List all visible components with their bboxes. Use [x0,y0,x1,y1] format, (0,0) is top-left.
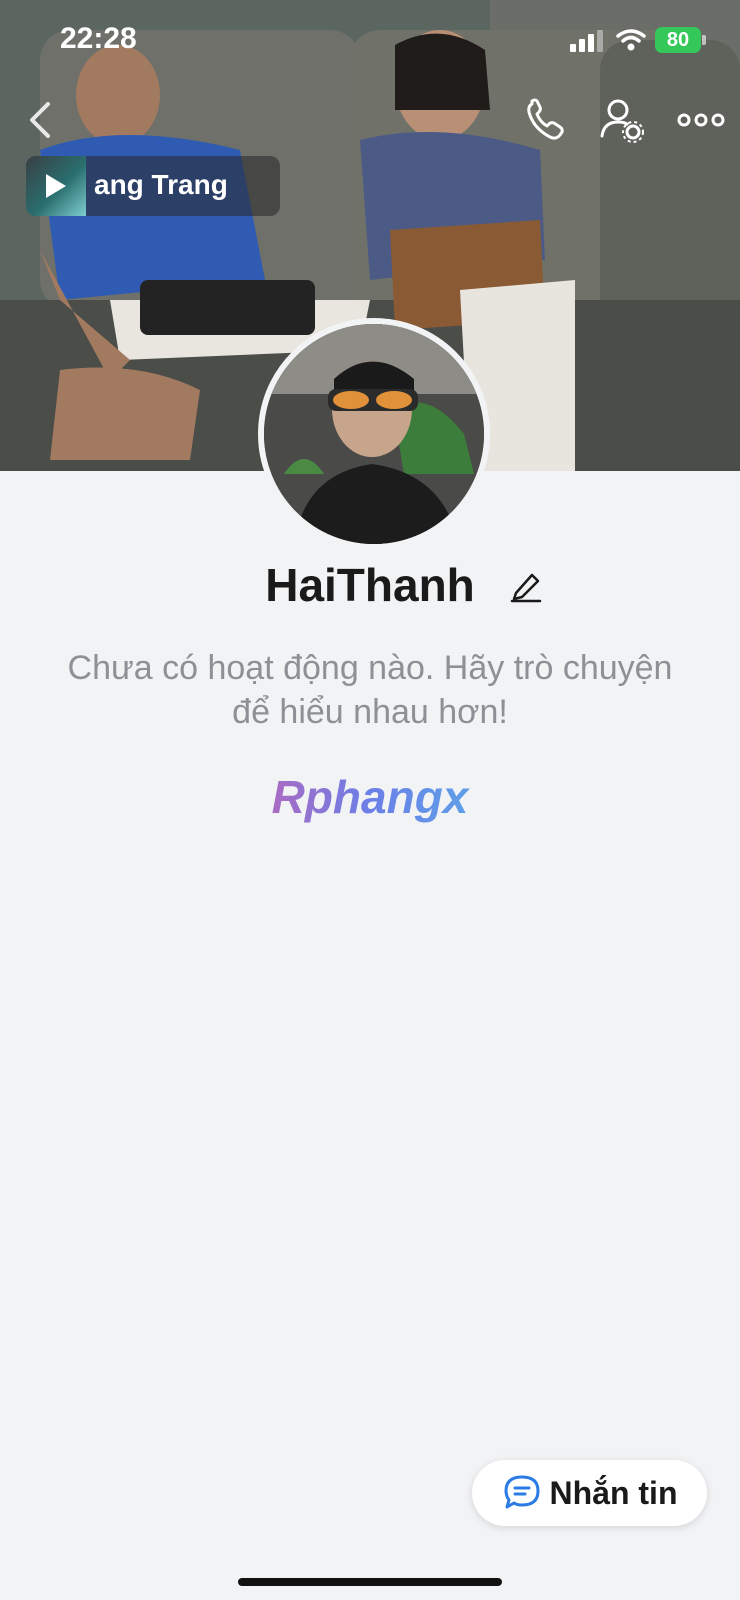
profile-music-chip[interactable]: ang Trang [26,156,280,216]
chevron-left-icon [30,102,50,138]
empty-activity-line-2: để hiểu nhau hơn! [232,693,508,731]
message-button-label: Nhắn tin [549,1474,678,1511]
edit-name-button[interactable] [508,567,544,603]
status-time: 22:28 [60,22,137,55]
signal-icon [570,30,603,52]
back-button[interactable] [20,92,60,148]
user-settings-button[interactable] [598,92,648,148]
profile-name: HaiThanh [265,559,475,611]
message-button[interactable]: Nhắn tin [472,1460,707,1526]
pencil-icon [510,573,542,603]
watermark-logo: Rphangx [0,770,740,824]
empty-activity-line-1: Chưa có hoạt động nào. Hãy trò chuyện [67,649,673,687]
phone-icon [527,98,564,140]
battery-icon: 80 [655,27,701,53]
avatar[interactable] [258,318,490,550]
status-bar: 22:28 80 [0,0,740,80]
home-indicator [238,1578,502,1586]
music-title: ang Trang [94,169,228,200]
call-button[interactable] [520,92,570,148]
empty-activity-message: Chưa có hoạt động nào. Hãy trò chuyện để… [30,646,710,734]
battery-level: 80 [666,28,690,51]
avatar-image [264,324,484,544]
chat-bubble-icon [504,1475,539,1509]
more-dots-icon [677,113,725,127]
play-icon [46,174,66,198]
wifi-icon [616,29,646,51]
battery-tip [702,35,706,45]
user-settings-icon [600,99,644,143]
more-button[interactable] [676,92,726,148]
